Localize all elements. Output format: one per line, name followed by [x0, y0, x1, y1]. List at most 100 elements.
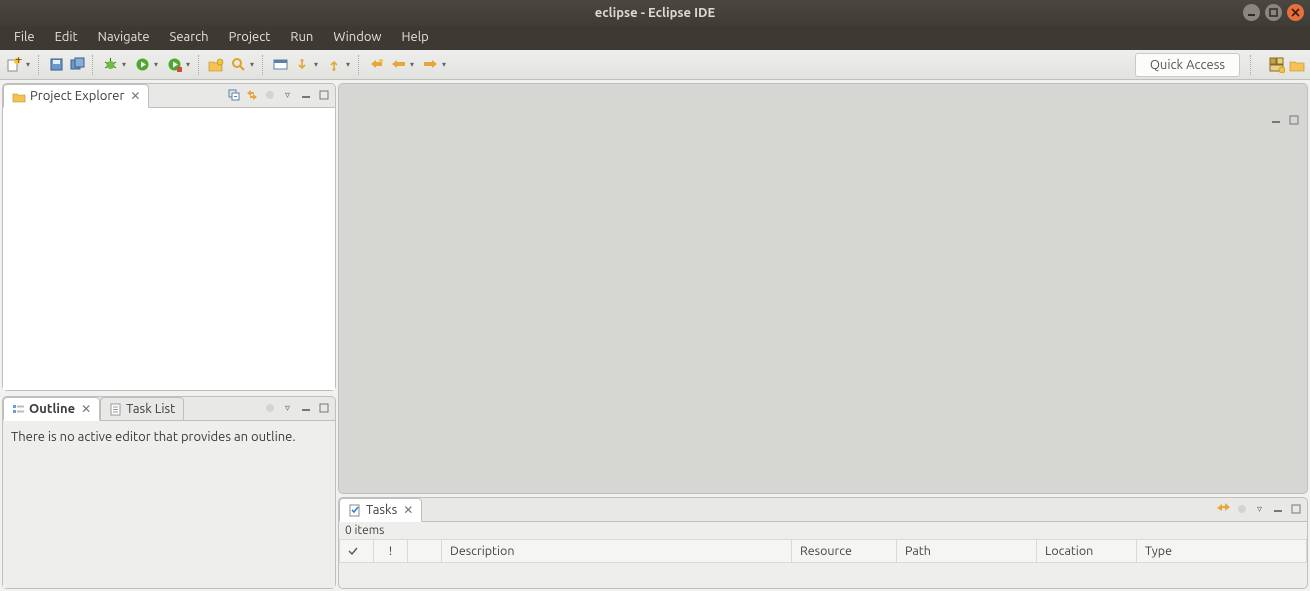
menu-window[interactable]: Window [323, 26, 391, 50]
view-menu-button[interactable]: ▿ [280, 87, 295, 102]
toolbar-separator [358, 55, 362, 75]
outline-view: Outline ✕ Task List ▿ There is no active… [2, 396, 336, 589]
focus-task-button[interactable] [262, 87, 277, 102]
tasks-col-resource[interactable]: Resource [792, 540, 897, 563]
save-all-button[interactable] [68, 54, 88, 76]
outline-empty-message: There is no active editor that provides … [11, 430, 296, 444]
open-type-button[interactable] [206, 54, 226, 76]
toolbar-separator [38, 55, 42, 75]
main-toolbar: + ▾ ▾ ▾ ▾ ▾ ▾ ▾ ▾ ▾ Quick Access [0, 50, 1310, 80]
last-edit-button[interactable] [366, 54, 386, 76]
tasks-table[interactable]: ! Description Resource Path Location Typ… [339, 539, 1307, 563]
toolbar-separator [92, 55, 96, 75]
minimize-view-button[interactable] [298, 87, 313, 102]
window-maximize-button[interactable] [1265, 4, 1282, 21]
quick-access-placeholder: Quick Access [1150, 58, 1225, 72]
run-last-button[interactable] [164, 54, 184, 76]
close-icon[interactable]: ✕ [403, 503, 413, 517]
forward-dropdown[interactable]: ▾ [442, 60, 450, 69]
save-button[interactable] [46, 54, 66, 76]
tasks-tabrow: Tasks ✕ ▿ [339, 498, 1307, 522]
tasks-filter-button[interactable] [1216, 501, 1231, 516]
project-explorer-view: Project Explorer ✕ ▿ [2, 83, 336, 391]
forward-button[interactable] [420, 54, 440, 76]
tasks-col-description[interactable]: Description [442, 540, 792, 563]
minimize-view-button[interactable] [1270, 501, 1285, 516]
new-dropdown[interactable]: ▾ [26, 60, 34, 69]
window-titlebar: eclipse - Eclipse IDE [0, 0, 1310, 26]
tasks-col-path[interactable]: Path [897, 540, 1037, 563]
quick-access-input[interactable]: Quick Access [1135, 53, 1240, 77]
window-minimize-button[interactable] [1243, 4, 1260, 21]
maximize-view-button[interactable] [316, 87, 331, 102]
tasks-view: Tasks ✕ ▿ 0 items ! Description [338, 497, 1308, 589]
menu-bar: File Edit Navigate Search Project Run Wi… [0, 26, 1310, 50]
project-explorer-tab-label: Project Explorer [30, 89, 124, 103]
new-button[interactable]: + [4, 54, 24, 76]
workspace: Project Explorer ✕ ▿ Outline [0, 80, 1310, 591]
tasks-col-location[interactable]: Location [1037, 540, 1137, 563]
outline-icon [12, 403, 25, 416]
minimize-view-button[interactable] [298, 400, 313, 415]
menu-navigate[interactable]: Navigate [88, 26, 160, 50]
window-close-button[interactable] [1287, 4, 1304, 21]
annotation-prev-button[interactable] [292, 54, 312, 76]
menu-search[interactable]: Search [160, 26, 219, 50]
outline-tab[interactable]: Outline ✕ [3, 397, 100, 421]
right-column: Tasks ✕ ▿ 0 items ! Description [338, 80, 1310, 591]
maximize-view-button[interactable] [316, 400, 331, 415]
debug-button[interactable] [100, 54, 120, 76]
view-menu-button[interactable]: ▿ [1252, 501, 1267, 516]
project-explorer-tabrow: Project Explorer ✕ ▿ [3, 84, 335, 108]
project-explorer-tab[interactable]: Project Explorer ✕ [3, 84, 149, 108]
maximize-editor-button[interactable] [1286, 112, 1301, 127]
search-button[interactable] [228, 54, 248, 76]
outline-tab-label: Outline [29, 402, 75, 416]
tasks-col-complete[interactable] [340, 540, 374, 563]
back-dropdown[interactable]: ▾ [410, 60, 418, 69]
run-last-dropdown[interactable]: ▾ [186, 60, 194, 69]
close-icon[interactable]: ✕ [130, 89, 140, 103]
menu-run[interactable]: Run [280, 26, 323, 50]
tasks-col-type[interactable]: Type [1137, 540, 1307, 563]
annotation-next-dropdown[interactable]: ▾ [346, 60, 354, 69]
minimize-editor-button[interactable] [1268, 112, 1283, 127]
close-icon[interactable]: ✕ [81, 402, 91, 416]
menu-project[interactable]: Project [219, 26, 281, 50]
tasks-tab-label: Tasks [366, 503, 397, 517]
svg-text:+: + [15, 57, 22, 67]
task-list-tab[interactable]: Task List [100, 397, 184, 421]
outline-body: There is no active editor that provides … [3, 421, 335, 588]
focus-task-button[interactable] [262, 400, 277, 415]
tasks-count: 0 items [339, 522, 1307, 539]
toolbar-separator [198, 55, 202, 75]
menu-file[interactable]: File [4, 26, 45, 50]
task-list-icon [109, 403, 122, 416]
open-perspective-button[interactable] [1268, 56, 1286, 74]
outline-tabrow: Outline ✕ Task List ▿ [3, 397, 335, 421]
link-editor-button[interactable] [244, 87, 259, 102]
folder-icon [12, 90, 26, 103]
resource-perspective-button[interactable] [1288, 56, 1306, 74]
view-menu-button[interactable]: ▿ [280, 400, 295, 415]
run-dropdown[interactable]: ▾ [154, 60, 162, 69]
maximize-view-button[interactable] [1288, 501, 1303, 516]
project-explorer-body[interactable] [3, 108, 335, 390]
search-dropdown[interactable]: ▾ [250, 60, 258, 69]
tasks-tab[interactable]: Tasks ✕ [339, 498, 422, 522]
menu-edit[interactable]: Edit [45, 26, 88, 50]
editor-area[interactable] [338, 83, 1308, 494]
tasks-col-blank[interactable] [408, 540, 442, 563]
left-column: Project Explorer ✕ ▿ Outline [0, 80, 338, 591]
tasks-col-priority[interactable]: ! [374, 540, 408, 563]
toggle-breadcrumb-button[interactable] [270, 54, 290, 76]
collapse-all-button[interactable] [226, 87, 241, 102]
annotation-next-button[interactable] [324, 54, 344, 76]
annotation-prev-dropdown[interactable]: ▾ [314, 60, 322, 69]
focus-task-button[interactable] [1234, 501, 1249, 516]
back-button[interactable] [388, 54, 408, 76]
menu-help[interactable]: Help [392, 26, 439, 50]
toolbar-separator [1250, 55, 1254, 75]
run-button[interactable] [132, 54, 152, 76]
debug-dropdown[interactable]: ▾ [122, 60, 130, 69]
